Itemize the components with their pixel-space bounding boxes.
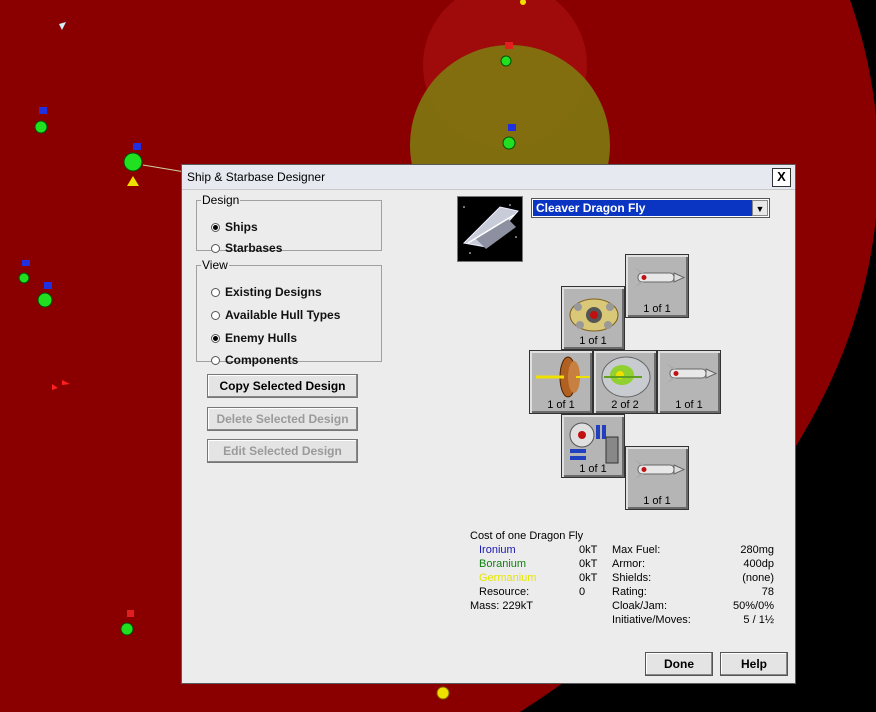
thruster-icon bbox=[536, 356, 590, 398]
slot-count: 1 of 1 bbox=[579, 335, 607, 347]
resource-value: 0 bbox=[579, 586, 586, 598]
missile-icon bbox=[634, 267, 686, 288]
radio-ships[interactable]: Ships bbox=[211, 220, 258, 234]
ship-hull-image bbox=[457, 196, 523, 262]
stat-cloak-jam-value: 50%/0% bbox=[733, 600, 774, 612]
resource-label: Resource: bbox=[479, 586, 530, 598]
stat-cloak-jam-label: Cloak/Jam: bbox=[612, 600, 668, 612]
help-button[interactable]: Help bbox=[720, 652, 788, 676]
ship-designer-dialog: Ship & Starbase Designer X Design Ships … bbox=[181, 164, 796, 684]
close-button[interactable]: X bbox=[772, 168, 791, 187]
cost-title: Cost of one Dragon Fly bbox=[470, 530, 584, 542]
window-title: Ship & Starbase Designer bbox=[187, 170, 326, 184]
radio-dot[interactable] bbox=[211, 333, 220, 343]
stat-initiative-moves-value: 5 / 1½ bbox=[743, 614, 774, 626]
design-group: Design Ships Starbases bbox=[196, 193, 382, 255]
slot-count: 1 of 1 bbox=[547, 399, 575, 411]
copy-design-button[interactable]: Copy Selected Design bbox=[207, 374, 358, 398]
mass-value: Mass: 229kT bbox=[470, 600, 533, 612]
computer-icon bbox=[569, 422, 619, 464]
mineral-germanium-label: Germanium bbox=[479, 572, 537, 584]
radio-dot[interactable] bbox=[211, 355, 220, 365]
slot-count: 1 of 1 bbox=[643, 303, 671, 315]
slot-count: 1 of 1 bbox=[579, 463, 607, 475]
stat-armor-value: 400dp bbox=[743, 558, 774, 570]
view-group: View Existing Designs Available Hull Typ… bbox=[196, 258, 382, 367]
slot-left-thruster[interactable]: 1 of 1 bbox=[529, 350, 593, 414]
slot-mid-missile[interactable]: 1 of 1 bbox=[657, 350, 721, 414]
radio-enemy-hulls[interactable]: Enemy Hulls bbox=[211, 331, 297, 345]
stat-max-fuel-value: 280mg bbox=[740, 544, 774, 556]
slot-count: 1 of 1 bbox=[675, 399, 703, 411]
radio-dot[interactable] bbox=[211, 222, 220, 232]
slot-top-missile[interactable]: 1 of 1 bbox=[625, 254, 689, 318]
mineral-ironium-value: 0kT bbox=[579, 544, 598, 556]
delete-design-button[interactable]: Delete Selected Design bbox=[207, 407, 358, 431]
design-select[interactable]: Cleaver Dragon Fly ▼ bbox=[531, 198, 770, 218]
stat-rating-label: Rating: bbox=[612, 586, 647, 598]
slot-count: 1 of 1 bbox=[643, 495, 671, 507]
view-group-legend: View bbox=[202, 258, 228, 272]
mineral-boranium-value: 0kT bbox=[579, 558, 598, 570]
radio-starbases[interactable]: Starbases bbox=[211, 241, 282, 255]
slot-bottom-missile[interactable]: 1 of 1 bbox=[625, 446, 689, 510]
title-bar[interactable]: Ship & Starbase Designer X bbox=[182, 165, 795, 190]
stat-initiative-moves-label: Initiative/Moves: bbox=[612, 614, 691, 626]
done-button[interactable]: Done bbox=[645, 652, 713, 676]
radio-available-hull-types[interactable]: Available Hull Types bbox=[211, 308, 340, 322]
scanner-orb-icon bbox=[601, 356, 651, 398]
mineral-germanium-value: 0kT bbox=[579, 572, 598, 584]
radio-existing-designs[interactable]: Existing Designs bbox=[211, 285, 322, 299]
stat-max-fuel-label: Max Fuel: bbox=[612, 544, 661, 556]
slot-bottom-device[interactable]: 1 of 1 bbox=[561, 414, 625, 478]
stat-armor-label: Armor: bbox=[612, 558, 645, 570]
edit-design-button[interactable]: Edit Selected Design bbox=[207, 439, 358, 463]
design-select-value: Cleaver Dragon Fly bbox=[533, 200, 752, 216]
slot-count: 2 of 2 bbox=[611, 399, 639, 411]
missile-icon bbox=[634, 459, 686, 480]
mineral-boranium-label: Boranium bbox=[479, 558, 527, 570]
slot-center-scanner[interactable]: 2 of 2 bbox=[593, 350, 657, 414]
stat-shields-value: (none) bbox=[742, 572, 774, 584]
design-group-legend: Design bbox=[202, 193, 240, 207]
mineral-ironium-label: Ironium bbox=[479, 544, 516, 556]
slot-engine[interactable]: 1 of 1 bbox=[561, 286, 625, 350]
radio-dot[interactable] bbox=[211, 243, 220, 253]
stat-rating-value: 78 bbox=[761, 586, 774, 598]
radio-dot[interactable] bbox=[211, 287, 220, 297]
engine-icon bbox=[569, 298, 619, 332]
missile-icon bbox=[666, 363, 718, 384]
stat-shields-label: Shields: bbox=[612, 572, 652, 584]
radio-dot[interactable] bbox=[211, 310, 220, 320]
radio-components[interactable]: Components bbox=[211, 353, 298, 367]
chevron-down-icon[interactable]: ▼ bbox=[752, 200, 768, 216]
